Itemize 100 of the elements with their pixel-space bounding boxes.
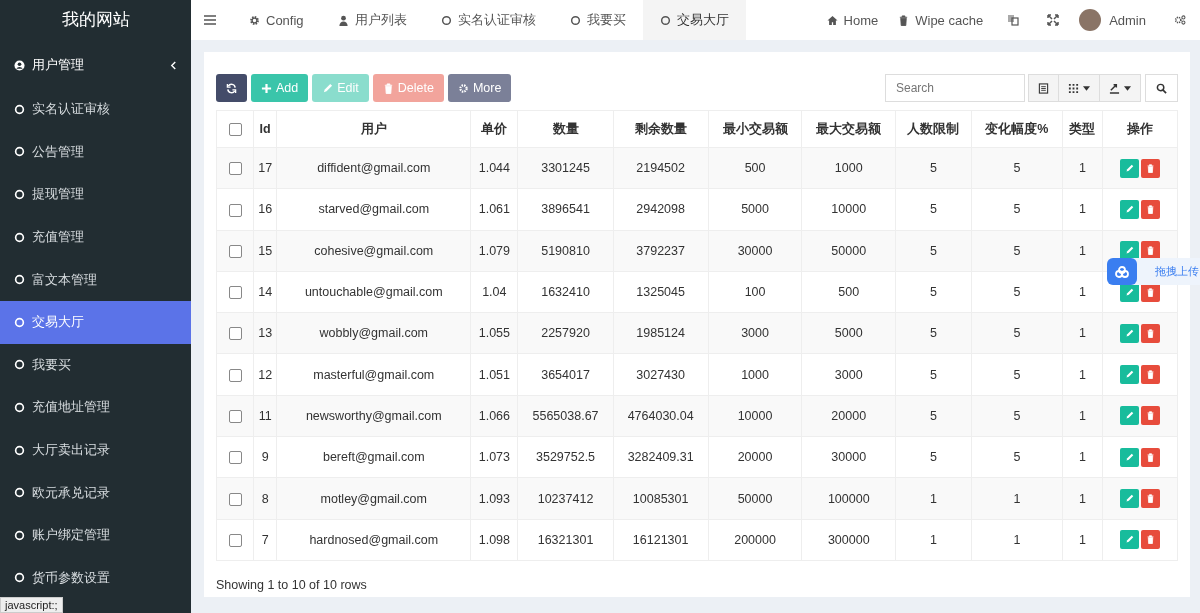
gear-icon [249,14,260,26]
sidebar-item[interactable]: 我要买 [0,343,191,387]
table-cell: 14 [253,271,277,313]
delete-button[interactable] [1141,447,1160,467]
sidebar-item[interactable]: 充值地址管理 [0,386,191,429]
table-cell: hardnosed@gmail.com [276,519,471,561]
edit-button[interactable] [1120,241,1139,261]
table-cell: 5 [971,395,1063,437]
nav-tab[interactable]: 交易大厅 [642,0,746,40]
delete-button[interactable] [1141,199,1160,219]
search-button[interactable] [1145,74,1178,102]
nav-tab[interactable]: 用户列表 [320,0,424,40]
row-checkbox[interactable] [228,244,242,258]
select-all-checkbox[interactable] [228,123,242,137]
edit-button[interactable] [1120,489,1139,508]
nav-tab[interactable]: Config [232,0,321,40]
row-checkbox[interactable] [228,203,242,217]
pencil-icon [322,82,334,94]
sidebar-item[interactable]: 公告管理 [0,130,191,174]
trash-icon [1146,535,1155,545]
nav-tab[interactable]: 我要买 [552,0,643,40]
refresh-button[interactable] [216,74,247,102]
row-checkbox[interactable] [228,410,242,424]
table-cell: 3301245 [517,147,614,189]
upload-widget[interactable]: 拖拽上传 [1107,258,1200,285]
column-header[interactable]: 用户 [276,110,471,148]
row-checkbox[interactable] [228,162,242,176]
table-cell: 1.093 [470,477,518,520]
nav-tab[interactable]: 实名认证审核 [423,0,553,40]
table-cell: 10085301 [613,477,709,520]
delete-button[interactable] [1141,323,1160,343]
edit-button[interactable] [1120,199,1139,219]
circle-icon [14,189,25,200]
edit-button[interactable] [1120,406,1139,426]
table-cell: 3000 [801,354,896,396]
table-cell: 1.073 [470,436,518,478]
table-cell: 9 [253,436,277,478]
circle-icon [14,444,25,456]
more-button[interactable]: More [447,74,512,102]
delete-button[interactable] [1141,489,1160,508]
row-checkbox[interactable] [228,533,242,547]
translate-icon[interactable] [1007,14,1020,26]
sidebar-item[interactable]: 充值管理 [0,215,191,259]
avatar[interactable] [1079,9,1102,31]
table-cell: 1.066 [470,395,518,437]
row-checkbox[interactable] [228,492,242,506]
chevron-left-icon [170,60,177,70]
column-header[interactable]: 最大交易额 [801,110,896,148]
sidebar-item[interactable]: 货币参数设置 [0,556,191,600]
sidebar-item[interactable]: 欧元承兑记录 [0,471,191,514]
export-button[interactable] [1099,74,1141,102]
delete-button[interactable] [1141,158,1160,178]
edit-button[interactable] [1120,323,1139,343]
column-header[interactable]: 类型 [1062,110,1103,148]
table-cell: 300000 [801,519,896,561]
pencil-icon [1125,411,1134,421]
header-link[interactable]: Wipe cache [888,12,994,28]
row-checkbox[interactable] [228,327,242,341]
trash-icon [1146,452,1155,462]
column-header[interactable]: 人数限制 [895,110,972,148]
row-checkbox[interactable] [228,451,242,465]
column-header[interactable]: 剩余数量 [613,110,709,148]
sidebar-item[interactable]: 账户绑定管理 [0,513,191,557]
table-cell: 30000 [708,230,802,272]
table-cell: 5000 [801,312,896,354]
edit-button[interactable] [1120,447,1139,467]
row-checkbox[interactable] [228,368,242,382]
table-cell: 1 [1062,477,1103,520]
menu-icon[interactable] [204,15,216,25]
gears-icon[interactable] [1174,14,1186,26]
table-cell: 50000 [801,230,896,272]
edit-button[interactable] [1120,158,1139,178]
sidebar-item[interactable]: 富文本管理 [0,258,191,301]
pencil-icon [1125,494,1134,503]
fullscreen-icon[interactable] [1047,14,1060,26]
toggle-view-button[interactable] [1028,74,1059,102]
header-link[interactable]: Home [816,12,889,28]
home-icon [826,14,838,26]
column-header[interactable]: 最小交易额 [708,110,802,148]
column-header[interactable]: 单价 [470,110,518,148]
sidebar-item[interactable]: 大厅卖出记录 [0,428,191,472]
column-header[interactable]: 变化幅度% [971,110,1063,148]
sidebar-item[interactable]: 用户管理 [0,42,191,88]
column-header[interactable]: 数量 [517,110,614,148]
search-field[interactable]: Search [885,74,1025,102]
column-header[interactable]: Id [253,110,277,148]
table-cell: starved@gmail.com [276,188,471,231]
delete-button[interactable] [1141,530,1160,550]
edit-button[interactable] [1120,530,1139,550]
row-checkbox[interactable] [228,286,242,300]
delete-button[interactable] [1141,365,1160,385]
sidebar-item[interactable]: 实名认证审核 [0,88,191,131]
sidebar-item[interactable]: 提现管理 [0,173,191,216]
columns-button[interactable] [1058,74,1100,102]
column-header[interactable]: 操作 [1102,110,1178,148]
delete-button[interactable] [1141,406,1160,426]
edit-button[interactable] [1120,365,1139,385]
circle-icon [14,487,25,499]
user-name[interactable]: Admin [1109,12,1146,28]
sidebar-item[interactable]: 交易大厅 [0,300,191,344]
